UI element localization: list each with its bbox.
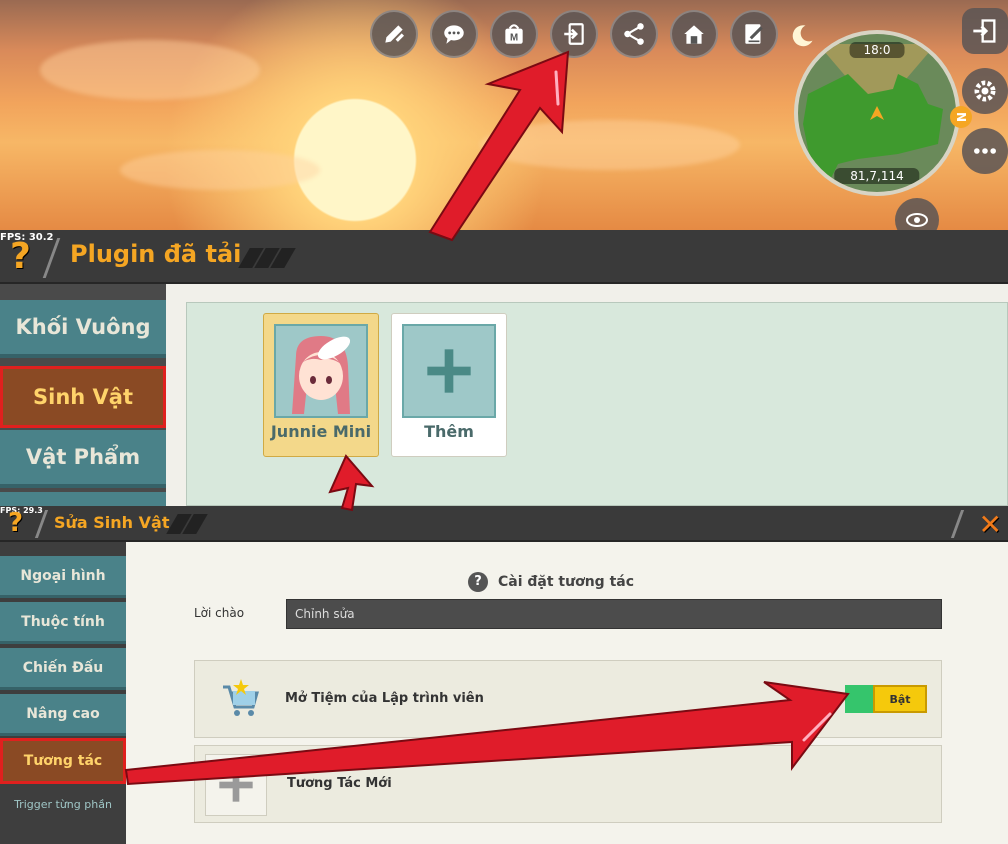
coords-label: 81,7,114 xyxy=(834,168,920,184)
decorative-stripes xyxy=(166,514,208,534)
plugin-card-add[interactable]: Thêm xyxy=(391,313,507,457)
time-label: 18:0 xyxy=(849,42,905,58)
plugin-card-junnie[interactable]: Junnie Mini xyxy=(263,313,379,457)
plus-icon xyxy=(402,324,496,418)
new-interaction-label: Tương Tác Mới xyxy=(287,776,392,791)
toggle-track[interactable] xyxy=(845,685,875,713)
sidebar-item-interaction[interactable]: Tương tác xyxy=(0,738,126,784)
pencil-ruler-icon[interactable] xyxy=(370,10,418,58)
add-interaction-button[interactable] xyxy=(205,754,267,816)
sidebar-item-advanced[interactable]: Nâng cao xyxy=(0,694,126,736)
edit-header-bar: FPS: 29.3 ? Sửa Sinh Vật ✕ xyxy=(0,506,1008,542)
sidebar-item-combat[interactable]: Chiến Đấu xyxy=(0,648,126,690)
import-icon[interactable] xyxy=(550,10,598,58)
edit-note-icon[interactable] xyxy=(730,10,778,58)
page-title: Sửa Sinh Vật xyxy=(54,513,170,532)
divider xyxy=(950,510,965,538)
sidebar-item-appearance[interactable]: Ngoại hình xyxy=(0,556,126,598)
svg-text:M: M xyxy=(510,33,518,44)
junnie-avatar xyxy=(274,324,368,418)
help-icon[interactable]: ? xyxy=(468,572,488,592)
edit-sidebar: Ngoại hình Thuộc tính Chiến Đấu Nâng cao… xyxy=(0,542,126,844)
plugin-sidebar: Khối Vuông Sinh Vật Vật Phẩm xyxy=(0,284,166,512)
compass-north-badge: N xyxy=(950,106,972,128)
decorative-stripes xyxy=(238,248,296,268)
sidebar-item-partial-trigger[interactable]: Trigger từng phần xyxy=(0,798,126,811)
sidebar-item-creatures[interactable]: Sinh Vật xyxy=(0,366,166,428)
home-icon[interactable] xyxy=(670,10,718,58)
sidebar-item-items[interactable]: Vật Phẩm xyxy=(0,430,166,488)
shop-cart-icon xyxy=(223,679,259,716)
cloud xyxy=(480,120,740,170)
divider xyxy=(42,238,61,278)
interaction-row-new[interactable]: Tương Tác Mới xyxy=(194,745,942,823)
help-question-icon[interactable]: ? xyxy=(10,236,31,277)
sidebar-item-blocks[interactable]: Khối Vuông xyxy=(0,300,166,358)
close-icon[interactable]: ✕ xyxy=(979,508,1002,541)
greeting-input[interactable]: Chỉnh sửa xyxy=(286,599,942,629)
store-bag-icon[interactable]: M xyxy=(490,10,538,58)
cloud xyxy=(120,150,320,190)
shop-label: Mở Tiệm của Lập trình viên xyxy=(285,691,484,706)
minimap[interactable]: 18:0 81,7,114 xyxy=(794,30,960,196)
sidebar-item-attributes[interactable]: Thuộc tính xyxy=(0,602,126,644)
exit-icon[interactable] xyxy=(962,8,1008,54)
game-scene: M 18:0 81,7,114 N xyxy=(0,0,1008,242)
enable-toggle-button[interactable]: Bật xyxy=(873,685,927,713)
greeting-label: Lời chào xyxy=(194,606,245,620)
help-question-icon[interactable]: ? xyxy=(8,508,23,538)
plugin-card-label: Junnie Mini xyxy=(270,422,372,441)
gear-icon[interactable] xyxy=(962,68,1008,114)
plugin-card-label: Thêm xyxy=(424,422,474,441)
edit-area: Ngoại hình Thuộc tính Chiến Đấu Nâng cao… xyxy=(0,542,1008,844)
plus-icon xyxy=(219,768,253,802)
cloud xyxy=(40,40,260,100)
plugin-header-bar: FPS: 30.2 ? Plugin đã tải xyxy=(0,230,1008,284)
interaction-row-shop: Mở Tiệm của Lập trình viên Bật xyxy=(194,660,942,738)
plugin-card-panel: Junnie Mini Thêm xyxy=(186,302,1008,506)
share-icon[interactable] xyxy=(610,10,658,58)
plugin-area: Khối Vuông Sinh Vật Vật Phẩm Junnie Mini… xyxy=(0,284,1008,512)
more-icon[interactable] xyxy=(962,128,1008,174)
section-title: Cài đặt tương tác xyxy=(498,574,635,590)
chat-bubble-icon[interactable] xyxy=(430,10,478,58)
page-title: Plugin đã tải xyxy=(70,240,242,268)
